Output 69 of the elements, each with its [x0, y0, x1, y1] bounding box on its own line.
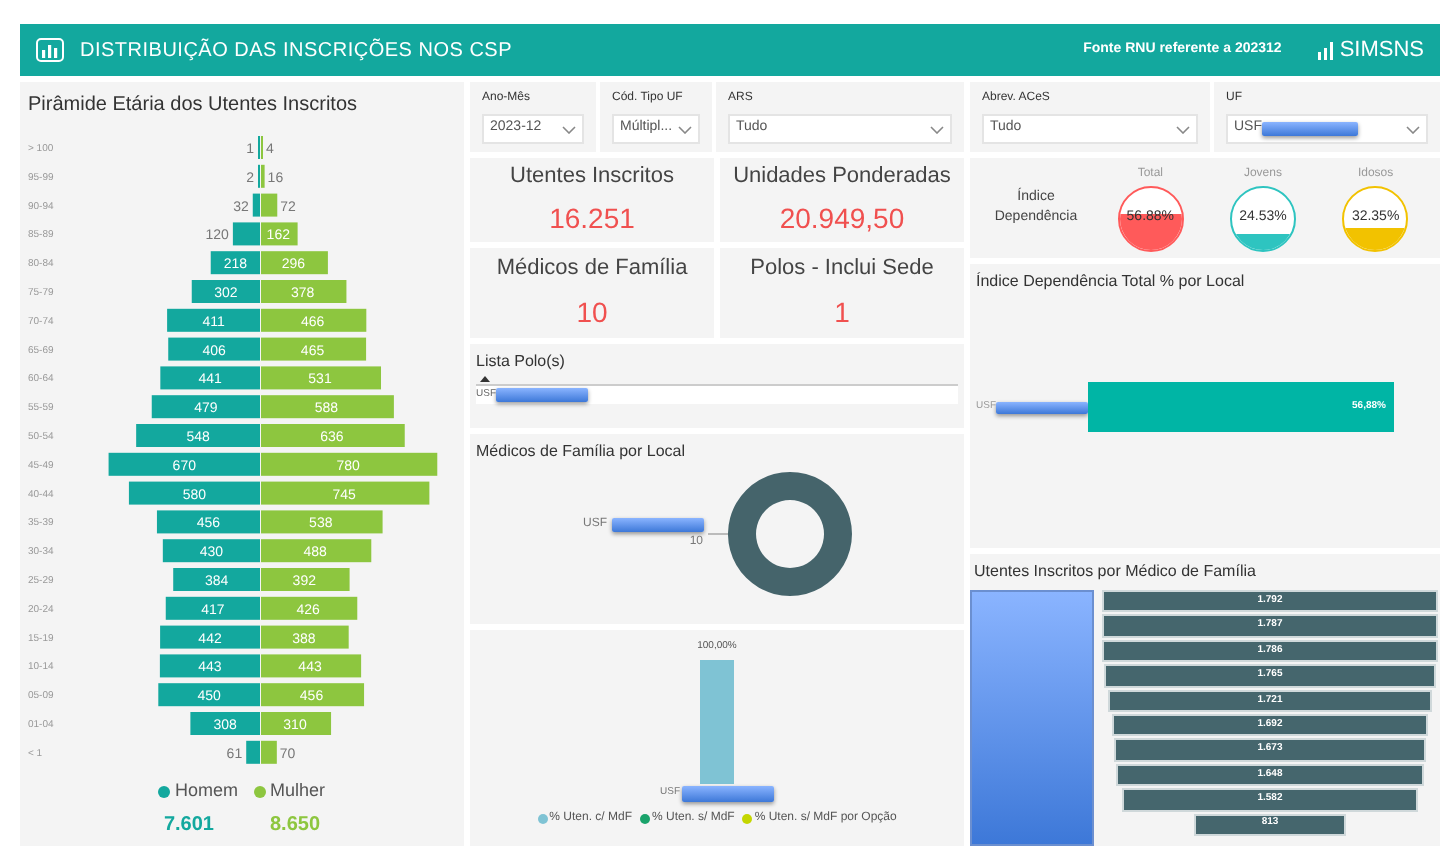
total-value: 7.601: [163, 812, 214, 841]
female-bar: [261, 596, 358, 620]
kpi-label: Polos - Inclui Sede: [750, 254, 934, 285]
legend-label: Mulher: [270, 777, 326, 804]
redaction-bar: [1262, 122, 1358, 136]
redaction-bar: [682, 785, 774, 801]
male-bar: [246, 740, 260, 764]
female-bar: [261, 193, 278, 217]
male-bar: [165, 596, 260, 620]
female-bar: [261, 683, 365, 707]
male-bar: [159, 654, 260, 678]
female-bar: [261, 337, 367, 361]
male-bar: [160, 625, 260, 649]
leader-line: [707, 532, 727, 536]
kpi-label: Unidades Ponderadas: [733, 161, 951, 192]
female-bar: [261, 539, 372, 563]
female-bar: [261, 740, 277, 764]
kpi-value: 16.251: [549, 200, 635, 239]
total-value: 8.650: [270, 812, 321, 841]
male-bar: [136, 424, 260, 447]
chart-title: Utentes Inscritos por Médico de Família: [972, 560, 1258, 584]
chevron-down-icon: [1176, 125, 1190, 133]
logo-bars-icon: [1317, 41, 1336, 59]
male-bar: [168, 337, 260, 361]
male-bar: [232, 222, 260, 246]
redaction-bar: [996, 401, 1088, 413]
female-bar: [261, 366, 381, 390]
female-bar: [261, 251, 328, 275]
male-bar: [158, 683, 260, 707]
chevron-down-icon: [678, 125, 692, 133]
chevron-down-icon: [562, 125, 576, 133]
kpi-label: Utentes Inscritos: [510, 161, 674, 192]
male-bar: [156, 510, 260, 534]
male-bar: [162, 539, 260, 563]
chevron-down-icon: [1406, 125, 1420, 133]
male-bar: [191, 280, 260, 303]
kpi-label: Médicos de Família: [496, 254, 688, 285]
male-bar: [151, 395, 260, 419]
chart-title: Índice Dependência Total % por Local: [976, 270, 1247, 294]
male-bar: [128, 481, 260, 505]
chart-title: Pirâmide Etária dos Utentes Inscritos: [26, 92, 360, 120]
redaction-bar: [496, 388, 588, 402]
female-bar: [261, 568, 350, 591]
female-bar: [261, 424, 405, 447]
male-bar: [160, 366, 260, 390]
female-bar: [261, 654, 362, 678]
female-bar: [261, 395, 394, 419]
female-bar: [261, 625, 349, 649]
female-bar: [261, 222, 298, 246]
male-bar: [190, 712, 260, 735]
chevron-down-icon: [930, 125, 944, 133]
kpi-value: 20.949,50: [779, 200, 905, 239]
header-title: DISTRIBUIÇÃO DAS INSCRIÇÕES NOS CSP: [80, 36, 513, 65]
chart-icon: [36, 38, 64, 62]
female-bar: [261, 712, 332, 735]
male-bar: [252, 193, 260, 217]
male-bar: [210, 251, 260, 275]
female-bar: [261, 308, 367, 332]
female-bar: [261, 280, 347, 303]
logo-text: SIMSNS: [1339, 35, 1424, 66]
male-bar: [173, 568, 260, 591]
female-bar: [261, 510, 383, 534]
redaction-bar: [611, 518, 703, 532]
legend-label: Homem: [174, 777, 238, 804]
kpi-value: 1: [834, 293, 850, 332]
male-bar: [167, 308, 260, 332]
chart-title: Médicos de Família por Local: [476, 440, 687, 464]
list-title: Lista Polo(s): [476, 350, 567, 374]
kpi-value: 10: [576, 293, 608, 332]
